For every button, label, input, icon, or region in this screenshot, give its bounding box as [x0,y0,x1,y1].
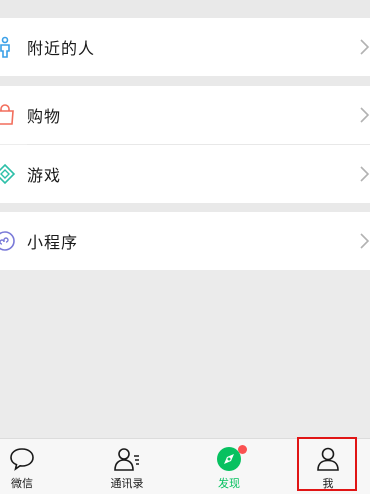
chat-bubble-icon [10,448,34,471]
menu-item-shopping[interactable]: 购物 [0,86,370,144]
tab-label: 微信 [11,477,33,490]
empty-area [0,270,370,438]
discover-screen: 附近的人 购物 游戏 小程序 微信 通讯录 发现 我 [0,0,370,494]
tab-label: 通讯录 [110,477,144,490]
chevron-right-icon [360,107,370,123]
chevron-right-icon [360,233,370,249]
menu-item-mini-programs[interactable]: 小程序 [0,212,370,270]
tab-highlight-box [297,437,357,491]
mini-program-icon [0,231,15,251]
tab-discover[interactable]: 发现 [202,439,256,494]
section-gap [0,76,370,86]
menu-item-label: 小程序 [27,233,79,252]
chevron-right-icon [360,166,370,182]
section-gap [0,0,370,18]
menu-item-games[interactable]: 游戏 [0,145,370,203]
section-gap [0,203,370,212]
shopping-bag-icon [0,104,14,125]
contacts-icon [114,448,139,471]
menu-item-nearby[interactable]: 附近的人 [0,18,370,76]
diamond-icon [0,163,16,185]
menu-item-label: 附近的人 [27,39,96,58]
tab-contacts[interactable]: 通讯录 [100,439,154,494]
badge-dot [238,445,247,454]
chevron-right-icon [360,39,370,55]
tab-label: 发现 [218,477,240,490]
menu-item-label: 游戏 [27,166,62,185]
person-icon [0,36,10,58]
menu-item-label: 购物 [27,107,62,126]
tab-chats[interactable]: 微信 [0,439,44,494]
